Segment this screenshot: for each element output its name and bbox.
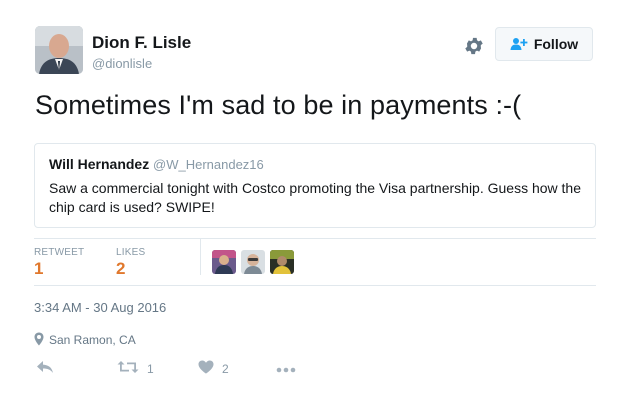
reply-icon xyxy=(36,360,54,379)
follow-person-icon xyxy=(510,37,528,51)
retweet-button[interactable]: 1 xyxy=(117,360,154,378)
heart-icon xyxy=(198,360,214,379)
liker-avatar[interactable] xyxy=(212,250,236,274)
author-handle[interactable]: @dionlisle xyxy=(92,56,152,71)
liker-avatar[interactable] xyxy=(241,250,265,274)
more-icon xyxy=(276,360,296,378)
divider-bottom xyxy=(34,285,596,286)
author-avatar[interactable] xyxy=(35,26,83,74)
author-name[interactable]: Dion F. Lisle xyxy=(92,33,191,53)
tweet-text: Sometimes I'm sad to be in payments :-( xyxy=(35,90,522,120)
retweet-icon xyxy=(117,360,139,379)
tweet-location[interactable]: San Ramon, CA xyxy=(49,333,136,347)
quoted-tweet[interactable]: Will Hernandez @W_Hernandez16 Saw a comm… xyxy=(34,143,596,228)
tweet-timestamp[interactable]: 3:34 AM - 30 Aug 2016 xyxy=(34,300,166,315)
likes-stat-count[interactable]: 2 xyxy=(116,259,125,279)
reply-button[interactable] xyxy=(36,360,54,378)
like-button[interactable]: 2 xyxy=(198,360,229,378)
stats-vertical-divider xyxy=(200,239,201,275)
quoted-tweet-text: Saw a commercial tonight with Costco pro… xyxy=(49,180,581,215)
like-count: 2 xyxy=(222,362,229,376)
follow-button[interactable]: Follow xyxy=(495,27,593,61)
liker-avatar[interactable] xyxy=(270,250,294,274)
gear-icon[interactable] xyxy=(463,35,485,57)
divider-top xyxy=(34,238,596,239)
retweet-count: 1 xyxy=(147,362,154,376)
follow-label: Follow xyxy=(533,36,579,52)
likes-stat-label: LIKES xyxy=(116,247,146,258)
quoted-author-handle: @W_Hernandez16 xyxy=(153,157,264,172)
retweet-stat-count[interactable]: 1 xyxy=(34,259,43,279)
retweet-stat-label: RETWEET xyxy=(34,247,85,258)
location-pin-icon xyxy=(34,332,44,346)
more-button[interactable] xyxy=(276,360,296,378)
quoted-author-name: Will Hernandez xyxy=(49,156,150,172)
